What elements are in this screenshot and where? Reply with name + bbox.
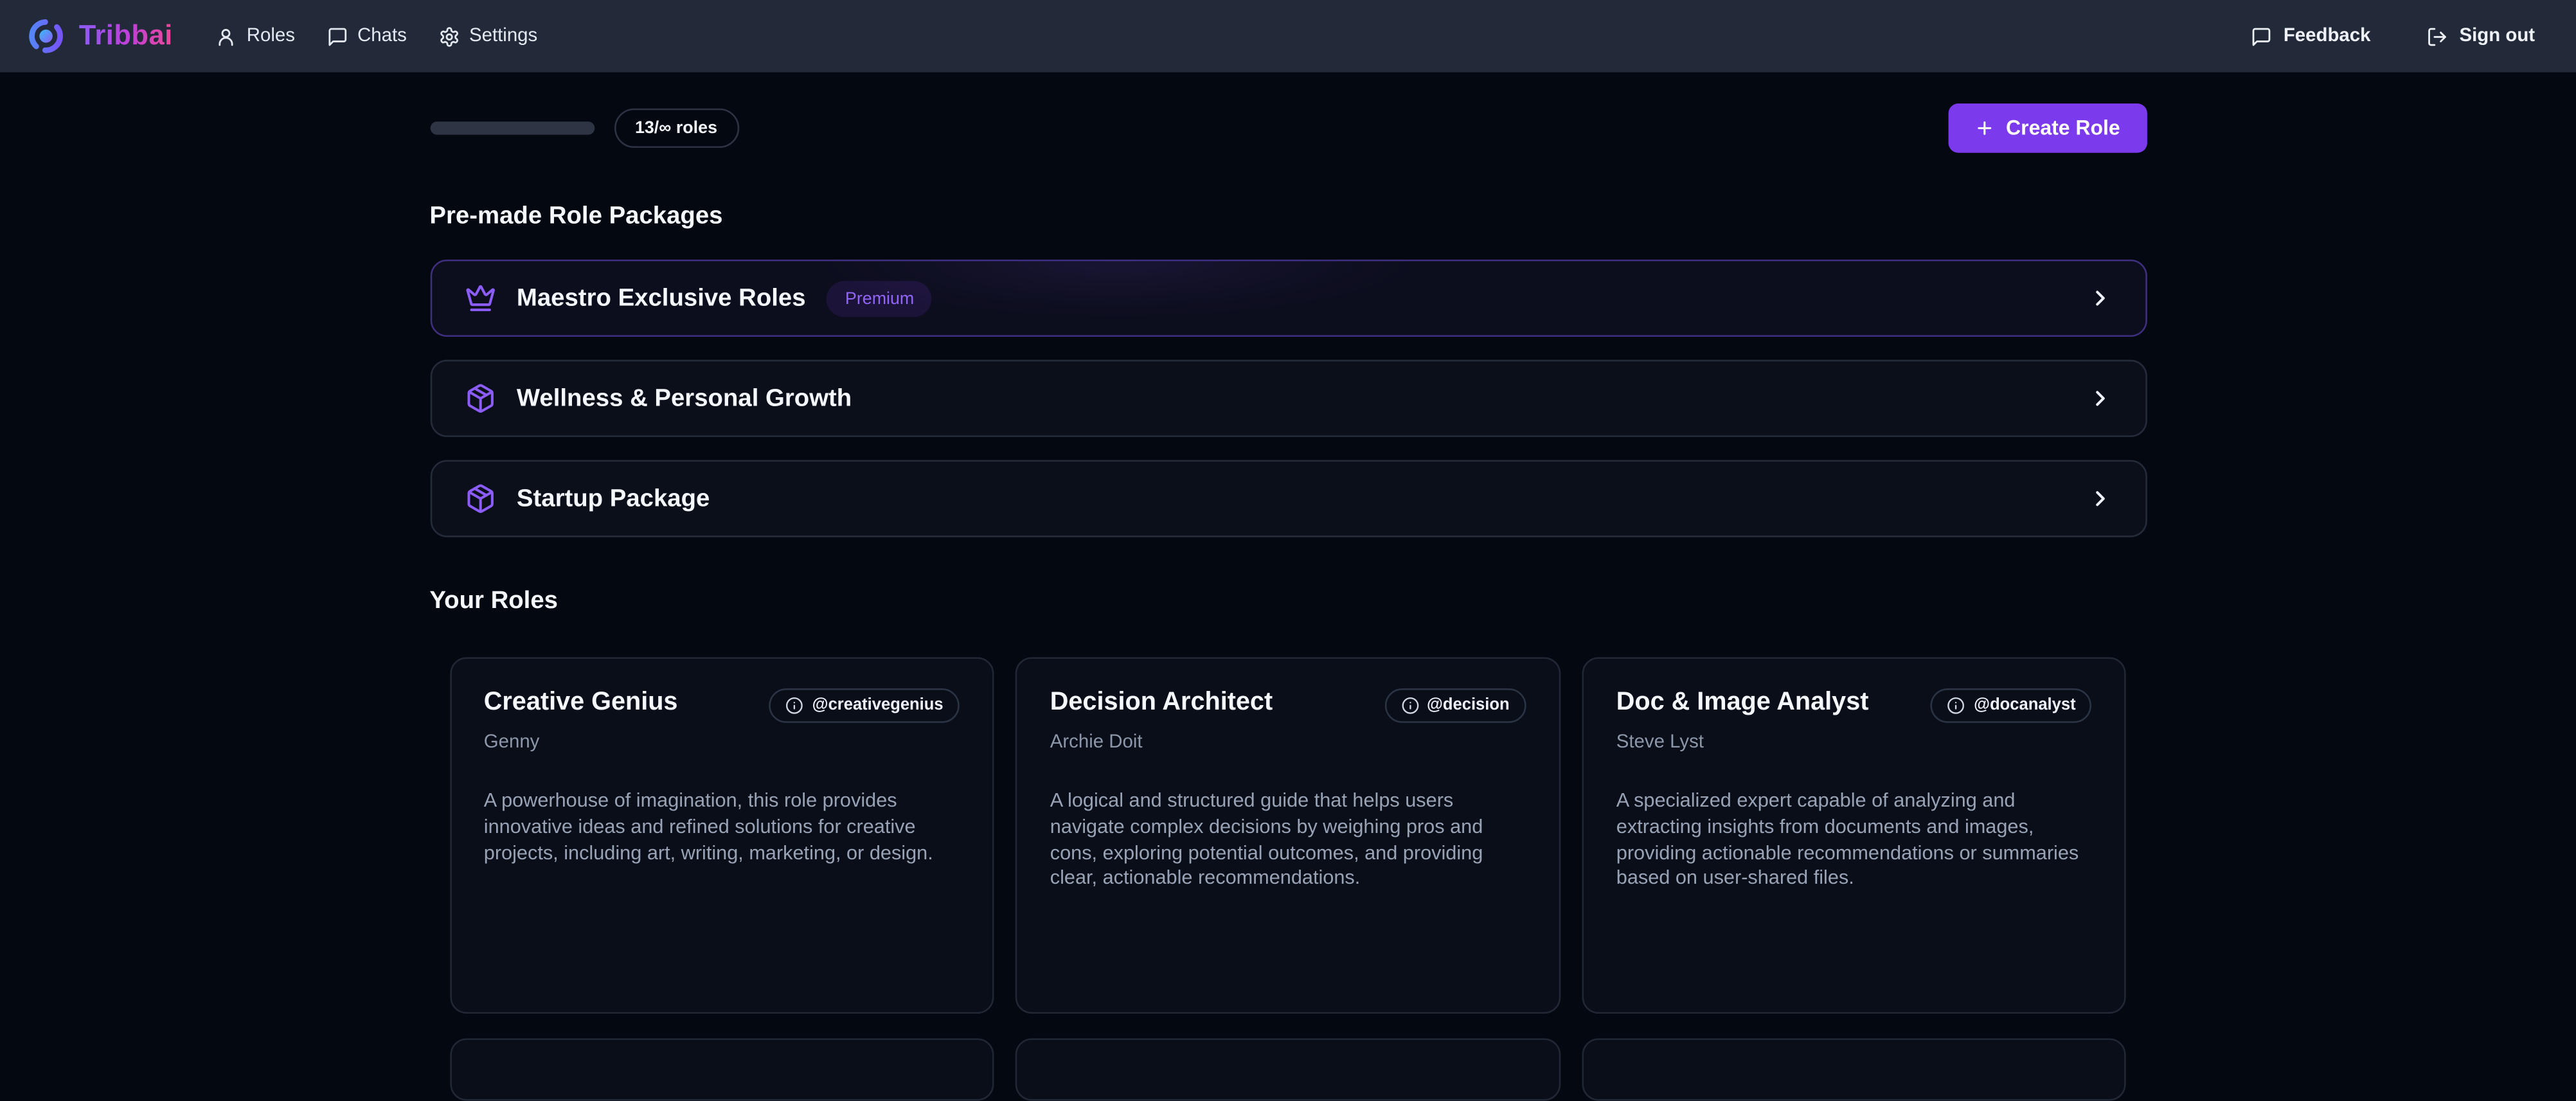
role-handle-badge[interactable]: @creativegenius <box>769 688 960 723</box>
package-row-maestro[interactable]: Maestro Exclusive Roles Premium <box>429 260 2146 337</box>
create-role-button[interactable]: Create Role <box>1949 103 2147 153</box>
role-handle-badge[interactable]: @decision <box>1384 688 1526 723</box>
nav-item-chats[interactable]: Chats <box>326 26 407 47</box>
role-description: A specialized expert capable of analyzin… <box>1616 789 2092 893</box>
role-handle: @decision <box>1427 697 1510 715</box>
role-handle-badge[interactable]: @docanalyst <box>1931 688 2092 723</box>
role-title: Doc & Image Analyst <box>1616 688 1869 718</box>
roles-grid-next-row <box>429 1038 2146 1100</box>
role-card-partial <box>449 1038 994 1100</box>
package-title: Wellness & Personal Growth <box>517 384 852 412</box>
brand-name: Tribbai <box>79 20 173 53</box>
your-roles-section-title: Your Roles <box>429 587 2146 614</box>
premium-badge: Premium <box>827 280 933 316</box>
info-icon <box>786 697 804 715</box>
packages-section-title: Pre-made Role Packages <box>429 202 2146 229</box>
gear-icon <box>438 26 459 47</box>
chevron-right-icon[interactable] <box>2088 286 2112 310</box>
chat-icon <box>326 26 348 47</box>
package-list: Maestro Exclusive Roles Premium Wellness… <box>429 260 2146 537</box>
feedback-button[interactable]: Feedback <box>2251 26 2371 47</box>
sign-out-button[interactable]: Sign out <box>2426 26 2535 47</box>
role-card-doc-image-analyst: Doc & Image Analyst @docanalyst Steve Ly… <box>1582 657 2127 1014</box>
package-icon <box>464 383 496 415</box>
main-content: 13/∞ roles Create Role Pre-made Role Pac… <box>429 72 2146 1100</box>
package-title: Startup Package <box>517 485 710 512</box>
role-persona: Archie Doit <box>1050 733 1526 753</box>
role-card-partial <box>1582 1038 2127 1100</box>
main-nav: Roles Chats Settings <box>215 26 537 47</box>
role-title: Decision Architect <box>1050 688 1273 718</box>
top-navbar: Tribbai Roles Chats Settings <box>0 0 2576 72</box>
role-title: Creative Genius <box>484 688 678 718</box>
nav-label: Roles <box>247 26 295 46</box>
package-icon <box>464 483 496 514</box>
feedback-icon <box>2251 26 2272 47</box>
nav-label: Settings <box>469 26 537 46</box>
card-header: Doc & Image Analyst @docanalyst <box>1616 688 2092 723</box>
role-description: A powerhouse of imagination, this role p… <box>484 789 960 866</box>
package-row-wellness[interactable]: Wellness & Personal Growth <box>429 360 2146 437</box>
plus-icon <box>1974 118 1994 138</box>
role-persona: Steve Lyst <box>1616 733 2092 753</box>
role-handle: @docanalyst <box>1974 697 2075 715</box>
info-icon <box>1947 697 1965 715</box>
role-card-creative-genius: Creative Genius @creativegenius Genny A … <box>449 657 994 1014</box>
nav-label: Chats <box>357 26 407 46</box>
nav-item-roles[interactable]: Roles <box>215 26 295 47</box>
sign-out-icon <box>2426 26 2447 47</box>
role-card-partial <box>1015 1038 1561 1100</box>
feedback-label: Feedback <box>2284 26 2371 46</box>
sign-out-label: Sign out <box>2460 26 2536 46</box>
roles-progress-bar <box>429 121 594 134</box>
chevron-right-icon[interactable] <box>2088 487 2112 511</box>
chevron-right-icon[interactable] <box>2088 386 2112 411</box>
crown-icon <box>464 283 496 314</box>
role-handle: @creativegenius <box>812 697 944 715</box>
role-description: A logical and structured guide that help… <box>1050 789 1526 893</box>
card-header: Creative Genius @creativegenius <box>484 688 960 723</box>
role-card-decision-architect: Decision Architect @decision Archie Doit… <box>1015 657 1561 1014</box>
package-row-startup[interactable]: Startup Package <box>429 460 2146 537</box>
brand-logo[interactable]: Tribbai <box>26 17 173 56</box>
roles-meter-row: 13/∞ roles Create Role <box>429 103 2146 153</box>
roles-count-badge: 13/∞ roles <box>614 109 739 148</box>
create-role-label: Create Role <box>2006 116 2120 139</box>
header-actions: Feedback Sign out <box>2251 26 2535 47</box>
roles-grid: Creative Genius @creativegenius Genny A … <box>429 657 2146 1014</box>
info-icon <box>1400 697 1418 715</box>
app-root: Tribbai Roles Chats Settings <box>0 0 2576 1053</box>
user-icon <box>215 26 237 47</box>
package-title: Maestro Exclusive Roles <box>517 284 806 312</box>
logo-icon <box>26 17 66 56</box>
nav-item-settings[interactable]: Settings <box>438 26 537 47</box>
role-persona: Genny <box>484 733 960 753</box>
card-header: Decision Architect @decision <box>1050 688 1526 723</box>
